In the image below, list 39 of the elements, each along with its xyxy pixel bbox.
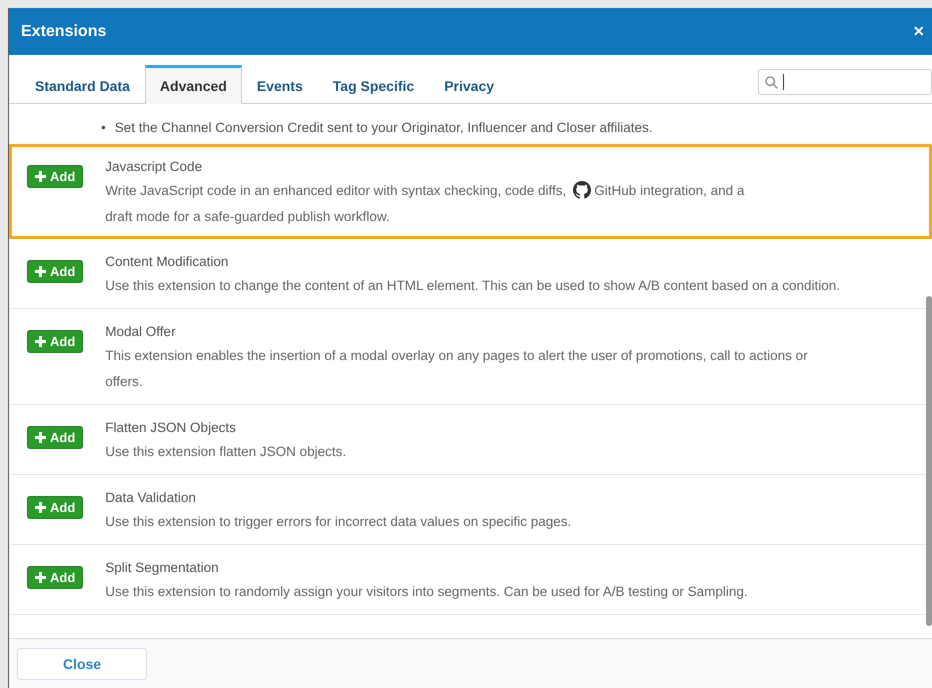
extension-description: Use this extension to randomly assign your visitors into segments. Can be used for A/B testing or Sampling.	[105, 584, 748, 599]
extension-title: Content Modification	[105, 253, 230, 271]
add-button[interactable]: Add	[27, 496, 84, 519]
bullet-marker: •	[101, 119, 106, 137]
extension-title: Data Validation	[105, 489, 197, 507]
plus-icon	[35, 336, 46, 347]
extension-description: draft mode for a safe-guarded publish workflow.	[105, 208, 390, 226]
extension-title: Modal Offer	[105, 323, 177, 341]
extension-description: GitHub integration, and a	[594, 182, 744, 200]
cat-logo-icon	[573, 181, 592, 199]
close-button[interactable]: Close	[17, 648, 147, 680]
tab[interactable]: Standard Data	[20, 66, 145, 104]
plus-icon	[35, 171, 46, 182]
plus-icon	[35, 572, 46, 583]
add-button[interactable]: Add	[27, 566, 84, 589]
tab[interactable]: Advanced	[144, 65, 242, 104]
extension-title: Split Segmentation	[105, 559, 220, 577]
plus-icon	[35, 432, 46, 443]
bullet-text: Set the Channel Conversion Credit sent to your Originator, Influencer and Closer affiliates.	[114, 119, 653, 137]
add-button[interactable]: Add	[27, 260, 84, 283]
extension-description: Use this extension to change the content of an HTML element. This can be used to show A/B content based on a condition.	[105, 278, 840, 293]
extension-description: Use this extension to trigger errors for incorrect data values on specific pages.	[105, 514, 572, 529]
scrollbar[interactable]	[926, 296, 932, 626]
tab[interactable]: Privacy	[429, 66, 510, 104]
add-button[interactable]: Add	[27, 426, 84, 449]
tab[interactable]: Events	[242, 66, 318, 104]
extension-title: Flatten JSON Objects	[105, 419, 237, 437]
plus-icon	[35, 266, 46, 277]
dialog-title: Extensions	[21, 22, 106, 40]
extension-description: Use this extension flatten JSON objects.	[105, 444, 346, 459]
tab[interactable]: Tag Specific	[318, 66, 430, 104]
extension-description: This extension enables the insertion of a modal overlay on any pages to alert the user of promotions, call to actions or offers.	[105, 348, 808, 389]
extension-title: Javascript Code	[105, 158, 204, 176]
add-button[interactable]: Add	[27, 165, 84, 188]
extension-description: Write JavaScript code in an enhanced editor with syntax checking, code diffs,	[105, 182, 566, 200]
search-icon	[765, 76, 778, 88]
plus-icon	[35, 502, 46, 513]
search-field[interactable]	[758, 69, 932, 95]
add-button[interactable]: Add	[27, 330, 84, 353]
